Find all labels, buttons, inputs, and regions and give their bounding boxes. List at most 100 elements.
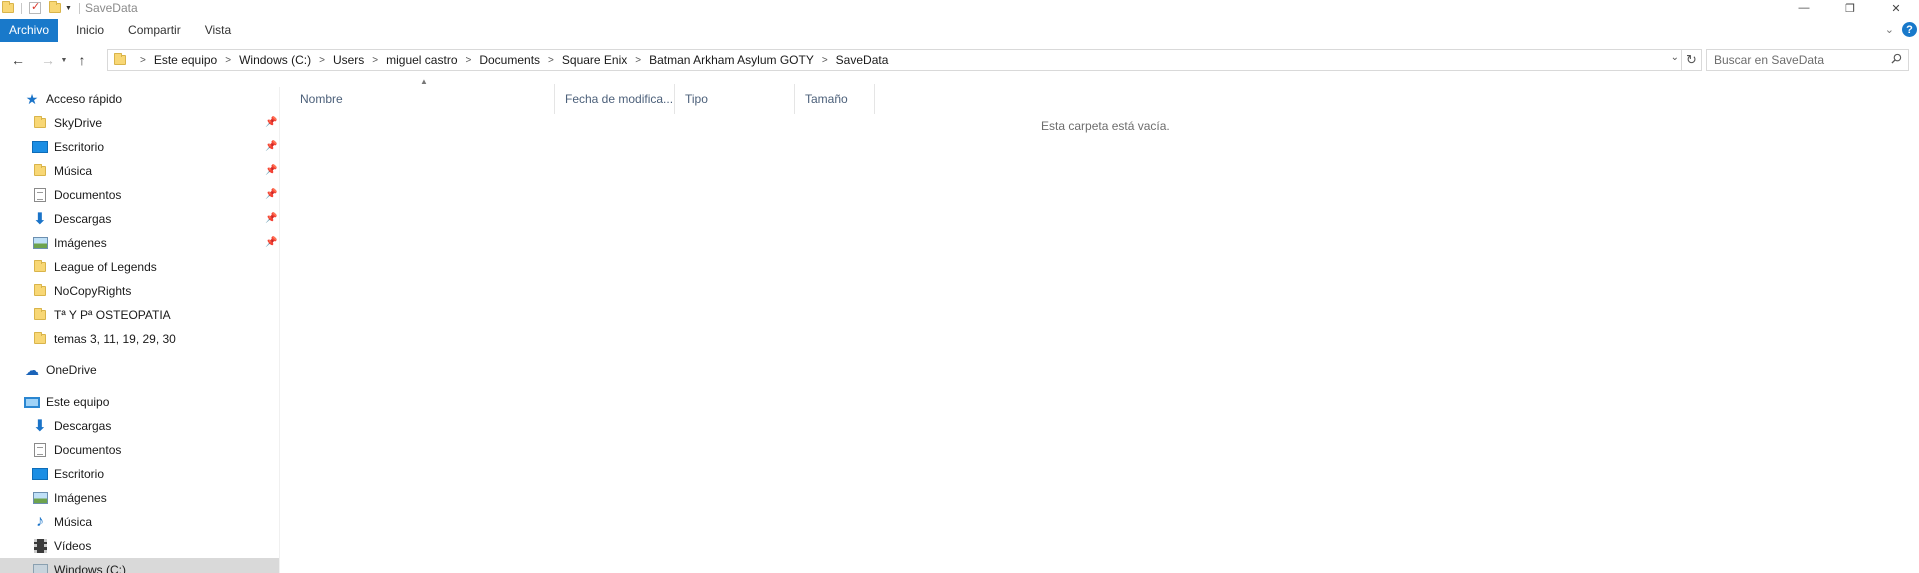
- chevron-right-icon[interactable]: >: [140, 55, 146, 66]
- folder-icon: [2, 1, 14, 13]
- ribbon-right: ⌄ ?: [1885, 22, 1917, 37]
- quick-access-toolbar: ▼: [0, 0, 83, 14]
- nav-item-nocopyrights[interactable]: NoCopyRights: [0, 279, 279, 303]
- breadcrumb-item[interactable]: Users: [333, 53, 364, 67]
- empty-folder-message: Esta carpeta está vacía.: [1041, 119, 1170, 133]
- chevron-right-icon[interactable]: >: [372, 55, 378, 66]
- nav-pc-escritorio[interactable]: Escritorio: [0, 462, 279, 486]
- column-header-fecha[interactable]: Fecha de modifica...: [555, 84, 675, 114]
- nav-label: Escritorio: [54, 140, 105, 154]
- nav-label: Descargas: [54, 212, 112, 226]
- window-title: SaveData: [84, 1, 138, 15]
- up-button[interactable]: ↑: [72, 49, 92, 71]
- breadcrumb-item[interactable]: Documents: [479, 53, 540, 67]
- nav-item-skydrive[interactable]: SkyDrive 📌: [0, 111, 279, 135]
- nav-label: Documentos: [54, 443, 122, 457]
- nav-item-descargas[interactable]: ⬇ Descargas 📌: [0, 207, 279, 231]
- minimize-button[interactable]: —: [1781, 0, 1827, 16]
- nav-item-escritorio[interactable]: Escritorio 📌: [0, 135, 279, 159]
- pin-icon[interactable]: 📌: [265, 117, 277, 128]
- window-controls: — ❐ ✕: [1781, 0, 1919, 16]
- refresh-icon[interactable]: ↻: [1681, 50, 1701, 70]
- forward-button[interactable]: →: [38, 49, 58, 71]
- documents-icon: [34, 443, 46, 457]
- chevron-right-icon[interactable]: >: [548, 55, 554, 66]
- search-icon[interactable]: [1891, 53, 1902, 64]
- folder-icon: [34, 164, 46, 176]
- drive-icon: [32, 564, 48, 573]
- nav-pc-musica[interactable]: ♪ Música: [0, 510, 279, 534]
- pin-icon[interactable]: 📌: [265, 141, 277, 152]
- nav-label: Tª Y Pª OSTEOPATIA: [54, 308, 171, 322]
- nav-this-pc[interactable]: Este equipo: [0, 390, 279, 414]
- file-list: ▲ Nombre Fecha de modifica... Tipo Tamañ…: [290, 77, 1919, 573]
- folder-icon: [114, 53, 126, 65]
- nav-label: Música: [54, 515, 93, 529]
- column-header-nombre[interactable]: Nombre: [290, 84, 555, 114]
- nav-label: SkyDrive: [54, 116, 103, 130]
- chevron-right-icon[interactable]: >: [466, 55, 472, 66]
- recent-locations-icon[interactable]: ▼: [58, 49, 70, 71]
- new-folder-icon[interactable]: [49, 1, 61, 13]
- breadcrumb-item[interactable]: Square Enix: [562, 53, 627, 67]
- search-input[interactable]: [1714, 53, 1884, 67]
- nav-pc-videos[interactable]: Vídeos: [0, 534, 279, 558]
- help-icon[interactable]: ?: [1902, 22, 1917, 37]
- breadcrumb: > Este equipo > Windows (C:) > Users > m…: [132, 53, 888, 67]
- address-bar[interactable]: > Este equipo > Windows (C:) > Users > m…: [107, 49, 1702, 71]
- chevron-down-icon[interactable]: ⌄: [1671, 52, 1679, 63]
- chevron-right-icon[interactable]: >: [635, 55, 641, 66]
- nav-pc-windows-c[interactable]: Windows (C:): [0, 558, 279, 573]
- downloads-icon: ⬇: [33, 418, 47, 435]
- nav-item-league-of-legends[interactable]: League of Legends: [0, 255, 279, 279]
- close-button[interactable]: ✕: [1873, 0, 1919, 16]
- nav-pc-imagenes[interactable]: Imágenes: [0, 486, 279, 510]
- tab-archivo[interactable]: Archivo: [0, 19, 59, 42]
- nav-label: Acceso rápido: [46, 92, 123, 106]
- folder-icon: [34, 284, 46, 296]
- nav-label: Imágenes: [54, 491, 107, 505]
- nav-item-musica[interactable]: Música 📌: [0, 159, 279, 183]
- folder-icon: [34, 308, 46, 320]
- breadcrumb-item[interactable]: Este equipo: [154, 53, 217, 67]
- nav-onedrive[interactable]: ☁ OneDrive: [0, 358, 279, 382]
- music-icon: ♪: [36, 513, 44, 530]
- nav-label: NoCopyRights: [54, 284, 132, 298]
- nav-item-documentos[interactable]: Documentos 📌: [0, 183, 279, 207]
- customize-toolbar-icon[interactable]: ▼: [65, 5, 72, 12]
- nav-quick-access[interactable]: ★ Acceso rápido: [0, 87, 279, 111]
- breadcrumb-item[interactable]: Windows (C:): [239, 53, 311, 67]
- pin-icon[interactable]: 📌: [265, 189, 277, 200]
- column-header-tipo[interactable]: Tipo: [675, 84, 795, 114]
- tab-vista[interactable]: Vista: [193, 19, 243, 42]
- nav-label: League of Legends: [54, 260, 157, 274]
- nav-pc-descargas[interactable]: ⬇ Descargas: [0, 414, 279, 438]
- back-button[interactable]: ←: [8, 49, 28, 71]
- nav-item-imagenes[interactable]: Imágenes 📌: [0, 231, 279, 255]
- chevron-right-icon[interactable]: >: [225, 55, 231, 66]
- restore-button[interactable]: ❐: [1827, 0, 1873, 16]
- chevron-right-icon[interactable]: >: [319, 55, 325, 66]
- breadcrumb-item[interactable]: Batman Arkham Asylum GOTY: [649, 53, 814, 67]
- breadcrumb-item[interactable]: miguel castro: [386, 53, 457, 67]
- expand-ribbon-icon[interactable]: ⌄: [1885, 23, 1894, 36]
- pictures-icon: [32, 492, 48, 504]
- navigation-bar: ← → ▼ ↑ > Este equipo > Windows (C:) > U…: [0, 49, 1919, 71]
- properties-icon[interactable]: [29, 0, 41, 14]
- desktop-icon: [32, 468, 48, 480]
- chevron-right-icon[interactable]: >: [822, 55, 828, 66]
- pin-icon[interactable]: 📌: [265, 213, 277, 224]
- pin-icon[interactable]: 📌: [265, 165, 277, 176]
- nav-item-temas[interactable]: temas 3, 11, 19, 29, 30: [0, 327, 279, 351]
- title-bar: ▼ SaveData — ❐ ✕: [0, 0, 1919, 16]
- documents-icon: [34, 188, 46, 202]
- nav-label: Escritorio: [54, 467, 105, 481]
- pin-icon[interactable]: 📌: [265, 237, 277, 248]
- column-header-tamano[interactable]: Tamaño: [795, 84, 875, 114]
- tab-compartir[interactable]: Compartir: [116, 19, 193, 42]
- nav-pc-documentos[interactable]: Documentos: [0, 438, 279, 462]
- search-box[interactable]: [1706, 49, 1909, 71]
- tab-inicio[interactable]: Inicio: [64, 19, 116, 42]
- breadcrumb-item[interactable]: SaveData: [836, 53, 889, 67]
- nav-item-osteopatia[interactable]: Tª Y Pª OSTEOPATIA: [0, 303, 279, 327]
